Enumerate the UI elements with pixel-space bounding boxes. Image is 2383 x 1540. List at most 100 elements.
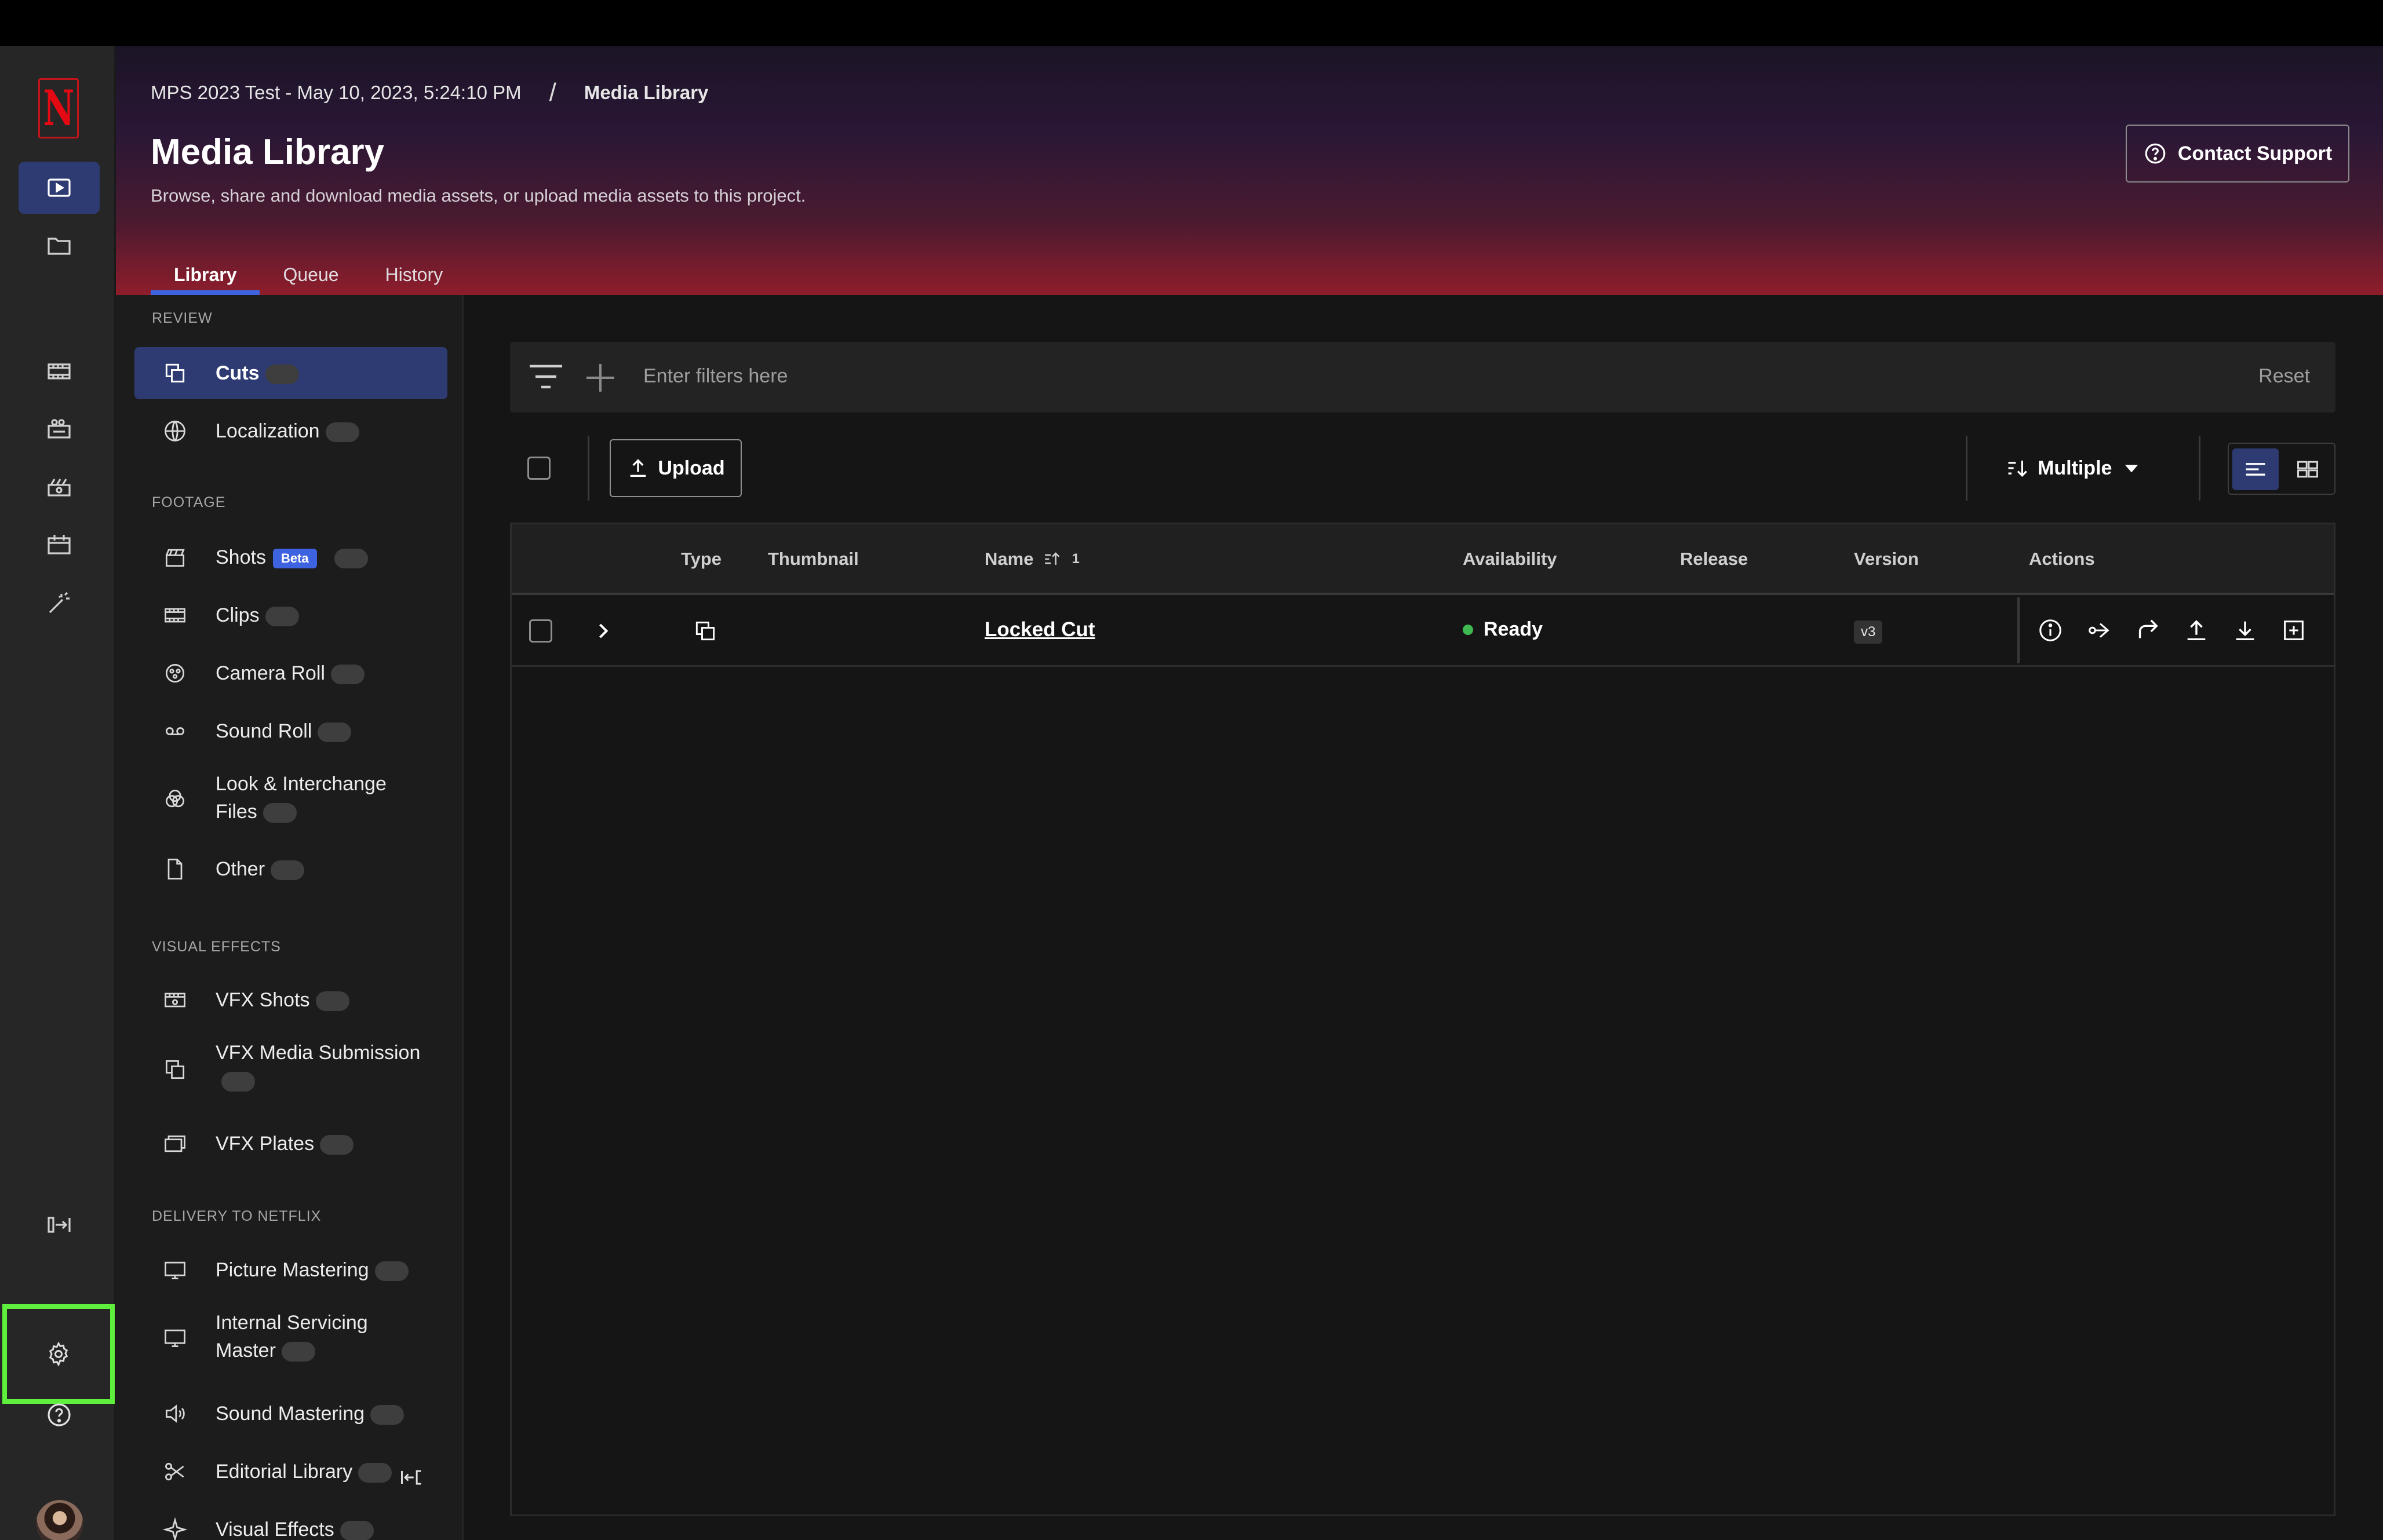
share-icon[interactable] xyxy=(2086,617,2112,644)
view-toggle xyxy=(2228,443,2335,495)
column-availability[interactable]: Availability xyxy=(1463,549,1557,570)
upload-icon[interactable] xyxy=(2183,617,2210,644)
sidebar-item-label: Picture Mastering xyxy=(216,1259,369,1281)
grid-view-icon xyxy=(2297,461,2318,478)
color-circles-icon xyxy=(162,786,188,812)
film-icon xyxy=(162,603,188,628)
sidebar-item-label: Shots xyxy=(216,546,266,568)
download-icon[interactable] xyxy=(2232,617,2258,644)
sidebar-item-label: Visual Effects xyxy=(216,1519,334,1540)
breadcrumb-separator: / xyxy=(549,78,556,107)
toolbar-divider xyxy=(1966,436,1967,501)
sidebar-item-vfx-shots[interactable]: VFX Shots xyxy=(134,974,447,1026)
sidebar-item-label: Look & Interchange Files xyxy=(216,773,387,823)
collapse-sidebar-icon[interactable] xyxy=(399,1465,424,1490)
magic-wand-icon[interactable] xyxy=(19,577,100,629)
grid-view-button[interactable] xyxy=(2284,448,2331,490)
sort-label: Multiple xyxy=(2038,457,2112,479)
count-pill xyxy=(263,803,297,823)
breadcrumb-project[interactable]: MPS 2023 Test - May 10, 2023, 5:24:10 PM xyxy=(151,82,522,104)
table-row[interactable]: Locked Cut Ready v3 xyxy=(512,597,2334,667)
sidebar-item-vfx-media-submission[interactable]: VFX Media Submission xyxy=(134,1032,447,1105)
sidebar-item-picture-mastering[interactable]: Picture Mastering xyxy=(134,1244,447,1296)
avatar[interactable] xyxy=(36,1500,83,1540)
status-label: Ready xyxy=(1484,618,1543,640)
monitor-icon xyxy=(162,1257,188,1283)
sidebar-item-localization[interactable]: Localization xyxy=(134,405,447,457)
sidebar-item-visual-effects[interactable]: Visual Effects xyxy=(134,1503,447,1540)
select-all-checkbox[interactable] xyxy=(527,457,551,480)
netflix-logo[interactable]: N xyxy=(38,78,79,138)
upload-button[interactable]: Upload xyxy=(610,439,742,497)
ready-dot xyxy=(1463,624,1473,635)
sidebar-item-internal-servicing-master[interactable]: Internal Servicing Master xyxy=(134,1302,447,1374)
expand-row-icon[interactable] xyxy=(591,618,616,644)
sidebar-item-look-interchange[interactable]: Look & Interchange Files xyxy=(134,763,447,835)
section-heading-delivery: DELIVERY TO NETFLIX xyxy=(152,1208,322,1224)
sidebar-item-vfx-plates[interactable]: VFX Plates xyxy=(134,1118,447,1170)
sidebar-item-sound-mastering[interactable]: Sound Mastering xyxy=(134,1388,447,1440)
contact-support-button[interactable]: Contact Support xyxy=(2126,125,2349,183)
count-pill xyxy=(265,607,299,627)
column-version[interactable]: Version xyxy=(1854,549,1919,570)
page-subtitle: Browse, share and download media assets,… xyxy=(151,185,806,206)
filter-bar[interactable]: Enter filters here Reset xyxy=(510,342,2335,413)
tab-library[interactable]: Library xyxy=(151,254,260,295)
speaker-icon xyxy=(162,1401,188,1426)
sidebar-item-label: VFX Plates xyxy=(216,1133,315,1155)
count-pill xyxy=(221,1072,255,1092)
sidebar-item-sound-roll[interactable]: Sound Roll xyxy=(134,705,447,757)
film-strip-icon[interactable] xyxy=(19,345,100,397)
sort-dropdown[interactable]: Multiple xyxy=(2005,447,2144,489)
sidebar-item-shots[interactable]: Shots Beta xyxy=(134,531,447,583)
cuts-icon xyxy=(162,360,188,386)
sidebar-item-camera-roll[interactable]: Camera Roll xyxy=(134,647,447,699)
camera-reel-icon[interactable] xyxy=(19,403,100,455)
sort-ascending-icon xyxy=(1045,552,1060,565)
expand-panel-icon[interactable] xyxy=(19,1199,100,1251)
forward-icon[interactable] xyxy=(2134,617,2161,644)
column-name-label: Name xyxy=(985,549,1034,569)
globe-icon xyxy=(162,418,188,444)
count-pill xyxy=(265,364,299,385)
column-release[interactable]: Release xyxy=(1680,549,1748,570)
asset-name-link[interactable]: Locked Cut xyxy=(985,618,1095,641)
row-actions xyxy=(2017,597,2334,663)
sidebar-item-label: VFX Shots xyxy=(216,989,310,1011)
column-type[interactable]: Type xyxy=(681,549,722,570)
tab-history[interactable]: History xyxy=(362,254,467,295)
contact-support-label: Contact Support xyxy=(2177,142,2333,165)
reset-button[interactable]: Reset xyxy=(2258,365,2310,388)
section-heading-footage: FOOTAGE xyxy=(152,494,226,510)
camera-icon[interactable] xyxy=(19,461,100,513)
count-pill xyxy=(340,1521,374,1540)
sidebar-item-clips[interactable]: Clips xyxy=(134,589,447,641)
row-checkbox[interactable] xyxy=(529,619,552,643)
tab-queue[interactable]: Queue xyxy=(260,254,362,295)
column-name[interactable]: Name 1 xyxy=(985,549,1080,570)
add-icon[interactable] xyxy=(2280,617,2307,644)
column-thumbnail[interactable]: Thumbnail xyxy=(768,549,859,570)
logo-letter: N xyxy=(43,79,74,137)
count-pill xyxy=(325,422,359,443)
sidebar-item-label: Sound Roll xyxy=(216,720,312,742)
sort-order-index: 1 xyxy=(1072,551,1080,567)
help-icon xyxy=(2145,143,2166,164)
sidebar-item-other[interactable]: Other xyxy=(134,843,447,895)
info-icon[interactable] xyxy=(2037,617,2064,644)
calendar-icon[interactable] xyxy=(19,519,100,571)
toolbar-divider xyxy=(2199,436,2200,501)
beta-badge: Beta xyxy=(272,549,317,569)
sidebar-item-cuts[interactable]: Cuts xyxy=(134,347,447,399)
vfx-film-icon xyxy=(162,987,188,1013)
filter-icon[interactable] xyxy=(527,362,564,393)
media-library-icon[interactable] xyxy=(19,162,100,214)
scissors-icon xyxy=(162,1459,188,1484)
sidebar-item-label: Localization xyxy=(216,420,320,442)
list-view-button[interactable] xyxy=(2232,448,2279,490)
folder-icon[interactable] xyxy=(19,220,100,272)
add-filter-icon[interactable] xyxy=(584,362,617,394)
help-icon[interactable] xyxy=(19,1389,100,1441)
filter-input[interactable]: Enter filters here xyxy=(643,365,788,388)
version-badge: v3 xyxy=(1854,621,1883,644)
